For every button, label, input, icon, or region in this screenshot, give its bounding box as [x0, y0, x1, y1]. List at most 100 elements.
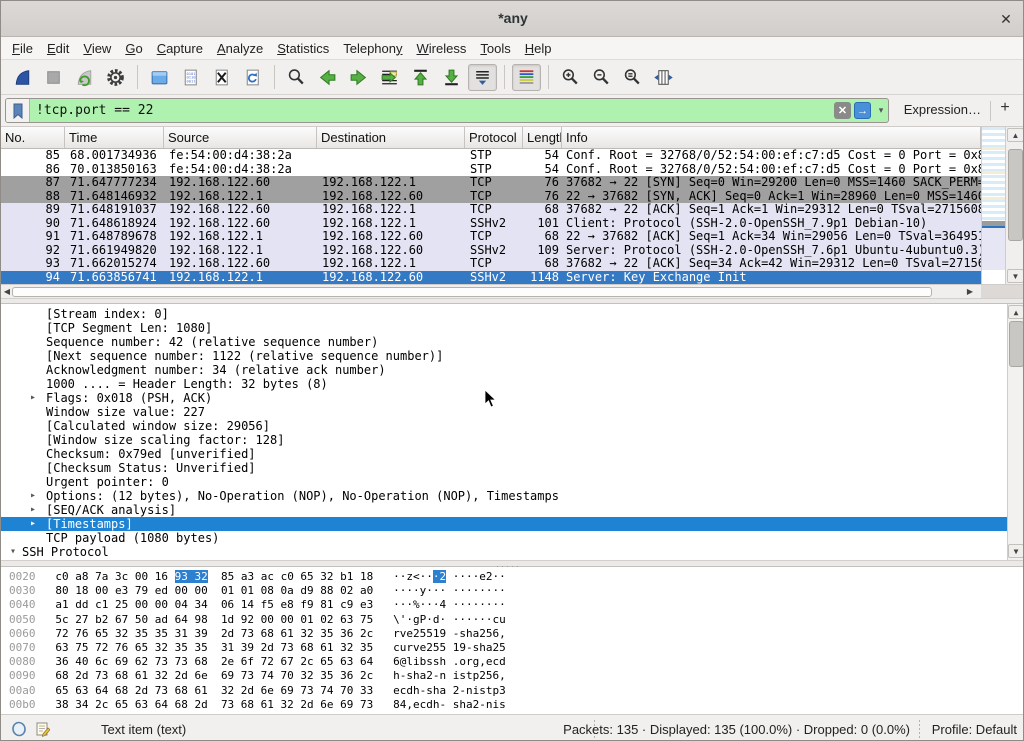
detail-line[interactable]: Window size value: 227 [1, 405, 1007, 419]
column-header-destination[interactable]: Destination [317, 127, 465, 148]
scroll-up-icon[interactable]: ▲ [1007, 128, 1024, 142]
detail-line[interactable]: Urgent pointer: 0 [1, 475, 1007, 489]
close-button[interactable]: ✕ [995, 8, 1017, 30]
menu-telephony[interactable]: Telephony [336, 39, 409, 58]
expand-icon[interactable]: ▸ [30, 503, 36, 517]
packet-list-minimap[interactable] [981, 127, 1005, 284]
go-first-button[interactable] [406, 64, 435, 91]
zoom-in-button[interactable] [556, 64, 585, 91]
hex-row-00a0[interactable]: 00a0 65 63 64 68 2d 73 68 61 32 2d 6e 69… [1, 684, 1024, 698]
scroll-thumb[interactable] [1009, 321, 1024, 367]
detail-line[interactable]: [Checksum Status: Unverified] [1, 461, 1007, 475]
expression-button[interactable]: Expression… [904, 102, 981, 117]
collapse-icon[interactable]: ▾ [10, 545, 16, 559]
restart-capture-button[interactable] [70, 64, 99, 91]
column-header-info[interactable]: Info [562, 127, 981, 148]
menu-file[interactable]: File [5, 39, 40, 58]
hex-row-0030[interactable]: 0030 80 18 00 e3 79 ed 00 00 01 01 08 0a… [1, 584, 1024, 598]
reload-file-button[interactable] [238, 64, 267, 91]
detail-line[interactable]: [TCP Segment Len: 1080] [1, 321, 1007, 335]
detail-line[interactable]: [Calculated window size: 29056] [1, 419, 1007, 433]
expand-icon[interactable]: ▸ [30, 489, 36, 503]
menu-analyze[interactable]: Analyze [210, 39, 270, 58]
zoom-original-button[interactable] [618, 64, 647, 91]
packet-row-85[interactable]: 8568.001734936fe:54:00:d4:38:2aSTP54Conf… [1, 149, 981, 163]
packet-row-86[interactable]: 8670.013850163fe:54:00:d4:38:2aSTP54Conf… [1, 163, 981, 177]
detail-line[interactable]: ▸Options: (12 bytes), No-Operation (NOP)… [1, 489, 1007, 503]
filter-clear-button[interactable]: ✕ [834, 102, 851, 119]
detail-line[interactable]: ▸Flags: 0x018 (PSH, ACK) [1, 391, 1007, 405]
capture-options-button[interactable] [101, 64, 130, 91]
menu-go[interactable]: Go [118, 39, 149, 58]
close-file-button[interactable] [207, 64, 236, 91]
go-to-packet-button[interactable] [375, 64, 404, 91]
column-header-no[interactable]: No. [1, 127, 65, 148]
scroll-thumb[interactable] [12, 287, 932, 297]
filter-history-dropdown-icon[interactable]: ▾ [874, 105, 888, 116]
column-header-time[interactable]: Time [65, 127, 164, 148]
status-profile[interactable]: Profile: Default [932, 722, 1017, 737]
column-header-protocol[interactable]: Protocol [465, 127, 523, 148]
detail-line[interactable]: Checksum: 0x79ed [unverified] [1, 447, 1007, 461]
start-capture-button[interactable] [8, 64, 37, 91]
expert-info-icon[interactable] [11, 721, 27, 740]
packet-row-87[interactable]: 8771.647777234192.168.122.60192.168.122.… [1, 176, 981, 190]
menu-edit[interactable]: Edit [40, 39, 76, 58]
find-packet-button[interactable] [282, 64, 311, 91]
save-file-button[interactable]: 010101100011 [176, 64, 205, 91]
detail-line[interactable]: ▾SSH Protocol [1, 545, 1007, 559]
titlebar[interactable]: *any ✕ [1, 1, 1024, 37]
capture-comment-icon[interactable] [35, 721, 50, 740]
hex-row-0060[interactable]: 0060 72 76 65 32 35 35 31 39 2d 73 68 61… [1, 627, 1024, 641]
detail-line[interactable]: [Stream index: 0] [1, 307, 1007, 321]
scroll-thumb[interactable] [1008, 149, 1023, 241]
menu-view[interactable]: View [76, 39, 118, 58]
zoom-out-button[interactable] [587, 64, 616, 91]
packet-row-94[interactable]: 9471.663856741192.168.122.1192.168.122.6… [1, 271, 981, 285]
detail-line[interactable]: Acknowledgment number: 34 (relative ack … [1, 363, 1007, 377]
packet-row-91[interactable]: 9171.648789678192.168.122.1192.168.122.6… [1, 230, 981, 244]
go-forward-button[interactable] [344, 64, 373, 91]
filter-bookmark-icon[interactable] [6, 99, 30, 122]
details-vscrollbar[interactable]: ▲ ▼ [1007, 304, 1024, 560]
open-file-button[interactable] [145, 64, 174, 91]
expand-icon[interactable]: ▸ [30, 391, 36, 405]
auto-scroll-button[interactable] [468, 64, 497, 91]
filter-add-button[interactable]: + [995, 99, 1015, 117]
menu-capture[interactable]: Capture [150, 39, 210, 58]
column-header-length[interactable]: Length [523, 127, 562, 148]
colorize-button[interactable] [512, 64, 541, 91]
go-last-button[interactable] [437, 64, 466, 91]
resize-columns-button[interactable] [649, 64, 678, 91]
column-header-source[interactable]: Source [164, 127, 317, 148]
detail-line[interactable]: ▸[Timestamps] [1, 517, 1007, 531]
packet-list-hscrollbar[interactable]: ◀ ▶ [1, 284, 981, 298]
menu-help[interactable]: Help [518, 39, 559, 58]
packet-row-90[interactable]: 9071.648618924192.168.122.60192.168.122.… [1, 217, 981, 231]
menu-statistics[interactable]: Statistics [270, 39, 336, 58]
pane-splitter-lower[interactable]: ····· [1, 560, 1024, 567]
packet-row-93[interactable]: 9371.662015274192.168.122.60192.168.122.… [1, 257, 981, 271]
filter-apply-button[interactable]: → [854, 102, 871, 119]
scroll-up-icon[interactable]: ▲ [1008, 305, 1024, 319]
expand-icon[interactable]: ▸ [30, 517, 36, 531]
stop-capture-button[interactable] [39, 64, 68, 91]
menu-wireless[interactable]: Wireless [410, 39, 474, 58]
menu-tools[interactable]: Tools [473, 39, 517, 58]
go-back-button[interactable] [313, 64, 342, 91]
hex-row-0020[interactable]: 0020 c0 a8 7a 3c 00 16 93 32 85 a3 ac c0… [1, 570, 1024, 584]
scroll-down-icon[interactable]: ▼ [1007, 269, 1024, 283]
detail-line[interactable]: [Window size scaling factor: 128] [1, 433, 1007, 447]
hex-row-0090[interactable]: 0090 68 2d 73 68 61 32 2d 6e 69 73 74 70… [1, 669, 1024, 683]
display-filter-input[interactable]: !tcp.port == 22 ✕ → ▾ [5, 98, 889, 123]
hex-row-0040[interactable]: 0040 a1 dd c1 25 00 00 04 34 06 14 f5 e8… [1, 598, 1024, 612]
packet-row-88[interactable]: 8871.648146932192.168.122.1192.168.122.6… [1, 190, 981, 204]
scroll-down-icon[interactable]: ▼ [1008, 544, 1024, 558]
detail-line[interactable]: 1000 .... = Header Length: 32 bytes (8) [1, 377, 1007, 391]
detail-line[interactable]: ▸[SEQ/ACK analysis] [1, 503, 1007, 517]
hex-row-0050[interactable]: 0050 5c 27 b2 67 50 ad 64 98 1d 92 00 00… [1, 613, 1024, 627]
filter-text[interactable]: !tcp.port == 22 [30, 103, 834, 118]
packet-row-92[interactable]: 9271.661949820192.168.122.1192.168.122.6… [1, 244, 981, 258]
packet-row-89[interactable]: 8971.648191037192.168.122.60192.168.122.… [1, 203, 981, 217]
detail-line[interactable]: TCP payload (1080 bytes) [1, 531, 1007, 545]
